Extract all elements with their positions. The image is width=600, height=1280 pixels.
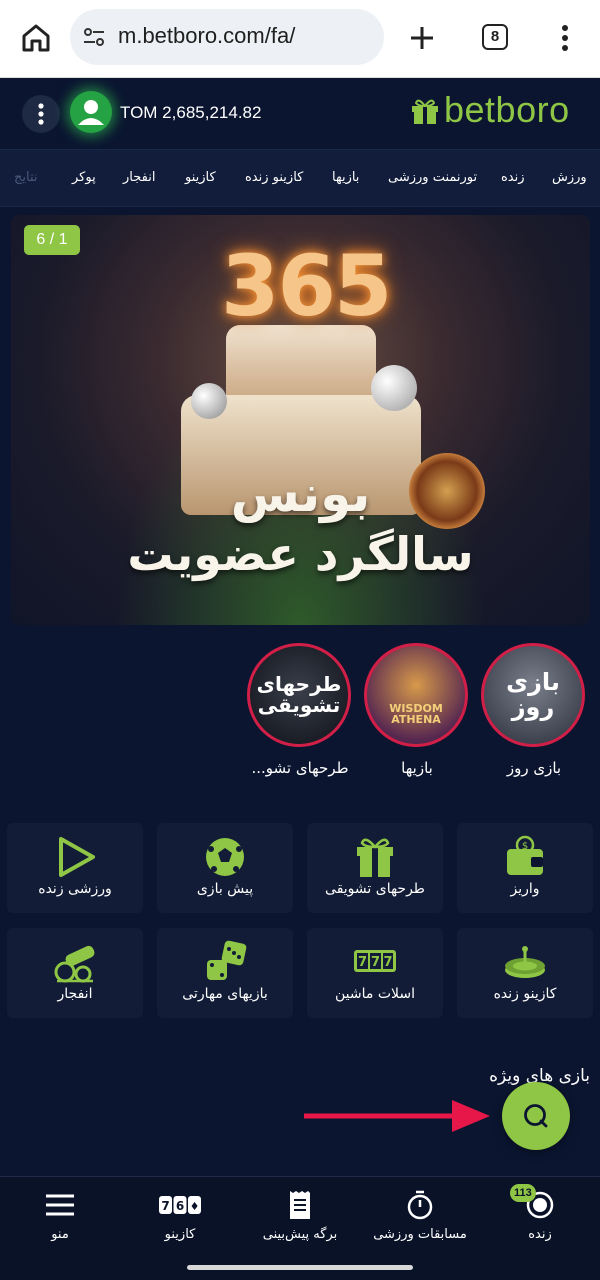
browser-toolbar: m.betboro.com/fa/ 8: [0, 0, 600, 78]
story-art-text: WISDOM ATHENA: [389, 701, 443, 727]
gift-icon: [357, 838, 393, 877]
slide-counter: 6 / 1: [24, 225, 80, 255]
live-count-badge: 113: [510, 1184, 536, 1202]
cannon-icon: [54, 945, 95, 983]
vertical-dots-icon: [38, 103, 44, 125]
address-bar[interactable]: m.betboro.com/fa/: [70, 9, 384, 65]
bottom-nav-live[interactable]: زنده: [480, 1177, 600, 1257]
tile-skill-games[interactable]: بازیهای مهارتی: [157, 928, 293, 1018]
nav-item-live-casino[interactable]: کازینو زنده: [245, 170, 303, 185]
arrow-annotation-icon: [304, 1100, 490, 1132]
story-game-of-day[interactable]: بازی روز بازی روز: [481, 643, 587, 777]
user-icon: [78, 100, 104, 125]
category-nav: ورزش زنده تورنمنت ورزشی بازیها کازینو زن…: [0, 149, 600, 207]
bottom-nav-casino[interactable]: 7 6 ♦ کازینو: [120, 1177, 240, 1257]
svg-text:7: 7: [383, 955, 392, 970]
tile-label: طرحهای تشویقی: [325, 881, 425, 897]
bottom-nav-label: برگه پیش‌بینی: [262, 1227, 338, 1242]
nav-item-sports[interactable]: ورزش: [552, 170, 587, 185]
user-avatar[interactable]: [70, 91, 112, 133]
story-art-text: بازی روز: [506, 667, 560, 721]
banner-title: بونس: [230, 465, 371, 523]
account-balance[interactable]: TOM 2,685,214.82: [120, 103, 261, 123]
wallet-icon: $: [507, 835, 543, 875]
tab-switcher-button[interactable]: 8: [482, 24, 508, 50]
nav-item-crash[interactable]: انفجار: [123, 170, 155, 185]
banner-number: 365: [221, 237, 392, 335]
tile-label: کازینو زنده: [493, 986, 557, 1002]
nav-item-casino[interactable]: کازینو: [185, 170, 216, 185]
story-label: بازیها: [401, 759, 433, 777]
slot-icon: 7 6 ♦: [159, 1196, 201, 1214]
tile-live-sports[interactable]: ورزشی زنده: [7, 823, 143, 913]
story-promotions[interactable]: طرحهای تشویقی طرحهای تشو...: [247, 643, 353, 777]
tile-label: بازیهای مهارتی: [182, 986, 268, 1002]
soccer-ball-decor: [191, 383, 227, 419]
nav-item-poker[interactable]: پوکر: [72, 170, 96, 185]
more-options-button[interactable]: [22, 95, 60, 133]
tile-label: ورزشی زنده: [38, 881, 112, 897]
site-header: TOM 2,685,214.82 betboro: [0, 79, 600, 149]
svg-text:7: 7: [371, 955, 380, 970]
svg-text:6: 6: [176, 1199, 184, 1213]
play-icon: [59, 837, 95, 877]
bottom-nav-sports[interactable]: مسابقات ورزشی: [360, 1177, 480, 1257]
browser-menu-icon[interactable]: [552, 20, 578, 56]
tile-label: پیش بازی: [196, 881, 254, 897]
story-art-text: طرحهای تشویقی: [256, 672, 342, 717]
tile-crash[interactable]: انفجار: [7, 928, 143, 1018]
tile-label: اسلات ماشین: [335, 986, 415, 1002]
tile-deposit[interactable]: $ واریز: [457, 823, 593, 913]
nav-item-live[interactable]: زنده: [501, 170, 525, 185]
url-text: m.betboro.com/fa/: [118, 23, 296, 48]
logo-text: betboro: [444, 89, 570, 130]
chat-support-button[interactable]: [502, 1082, 570, 1150]
bottom-nav-menu[interactable]: منو: [0, 1177, 120, 1257]
tile-promotions[interactable]: طرحهای تشویقی: [307, 823, 443, 913]
nav-item-results[interactable]: نتایج: [14, 170, 38, 185]
svg-text:7: 7: [358, 955, 367, 970]
soccer-ball-icon: [206, 838, 244, 876]
nav-item-games[interactable]: بازیها: [332, 170, 359, 185]
nav-item-sports-tournament[interactable]: تورنمنت ورزشی: [388, 170, 477, 185]
dice-icon: [207, 940, 247, 980]
bottom-nav-label: زنده: [528, 1227, 552, 1242]
hamburger-icon: [46, 1194, 74, 1216]
story-circle[interactable]: WISDOM ATHENA: [364, 643, 468, 747]
tile-prematch[interactable]: پیش بازی: [157, 823, 293, 913]
bottom-nav-label: منو: [51, 1227, 69, 1242]
svg-text:7: 7: [161, 1199, 169, 1213]
bottom-nav-label: کازینو: [164, 1227, 196, 1242]
roulette-icon: [505, 946, 545, 978]
soccer-ball-decor: [371, 365, 417, 411]
gesture-handle[interactable]: [187, 1265, 413, 1270]
cake-top-tier: [226, 325, 376, 405]
story-circle[interactable]: طرحهای تشویقی: [247, 643, 351, 747]
svg-text:$: $: [522, 841, 528, 852]
tile-label: انفجار: [57, 986, 93, 1002]
promo-banner[interactable]: 6 / 1 365 بونس سالگرد عضویت: [11, 215, 590, 625]
gesture-bar-area: [0, 1256, 600, 1280]
story-games[interactable]: WISDOM ATHENA بازیها: [364, 643, 470, 777]
tile-slot-machines[interactable]: 7 7 7 اسلات ماشین: [307, 928, 443, 1018]
gift-logo-icon: [412, 99, 438, 124]
home-icon[interactable]: [18, 20, 54, 56]
slot-777-icon: 7 7 7: [354, 950, 396, 972]
story-label: بازی روز: [506, 759, 562, 777]
bottom-nav-label: مسابقات ورزشی: [373, 1227, 467, 1242]
new-tab-icon[interactable]: [406, 20, 438, 56]
betboro-logo[interactable]: betboro: [410, 89, 590, 133]
svg-text:♦: ♦: [190, 1200, 200, 1213]
story-label: طرحهای تشو...: [251, 759, 349, 777]
story-circle[interactable]: بازی روز: [481, 643, 585, 747]
bottom-nav-betslip[interactable]: برگه پیش‌بینی: [240, 1177, 360, 1257]
site-settings-icon[interactable]: [82, 25, 106, 49]
stopwatch-icon: [407, 1190, 433, 1220]
chat-bubble-icon: [524, 1104, 548, 1128]
tile-live-casino[interactable]: کازینو زنده: [457, 928, 593, 1018]
tile-label: واریز: [510, 881, 540, 897]
betslip-icon: [290, 1191, 310, 1219]
banner-subtitle: سالگرد عضویت: [127, 527, 474, 581]
